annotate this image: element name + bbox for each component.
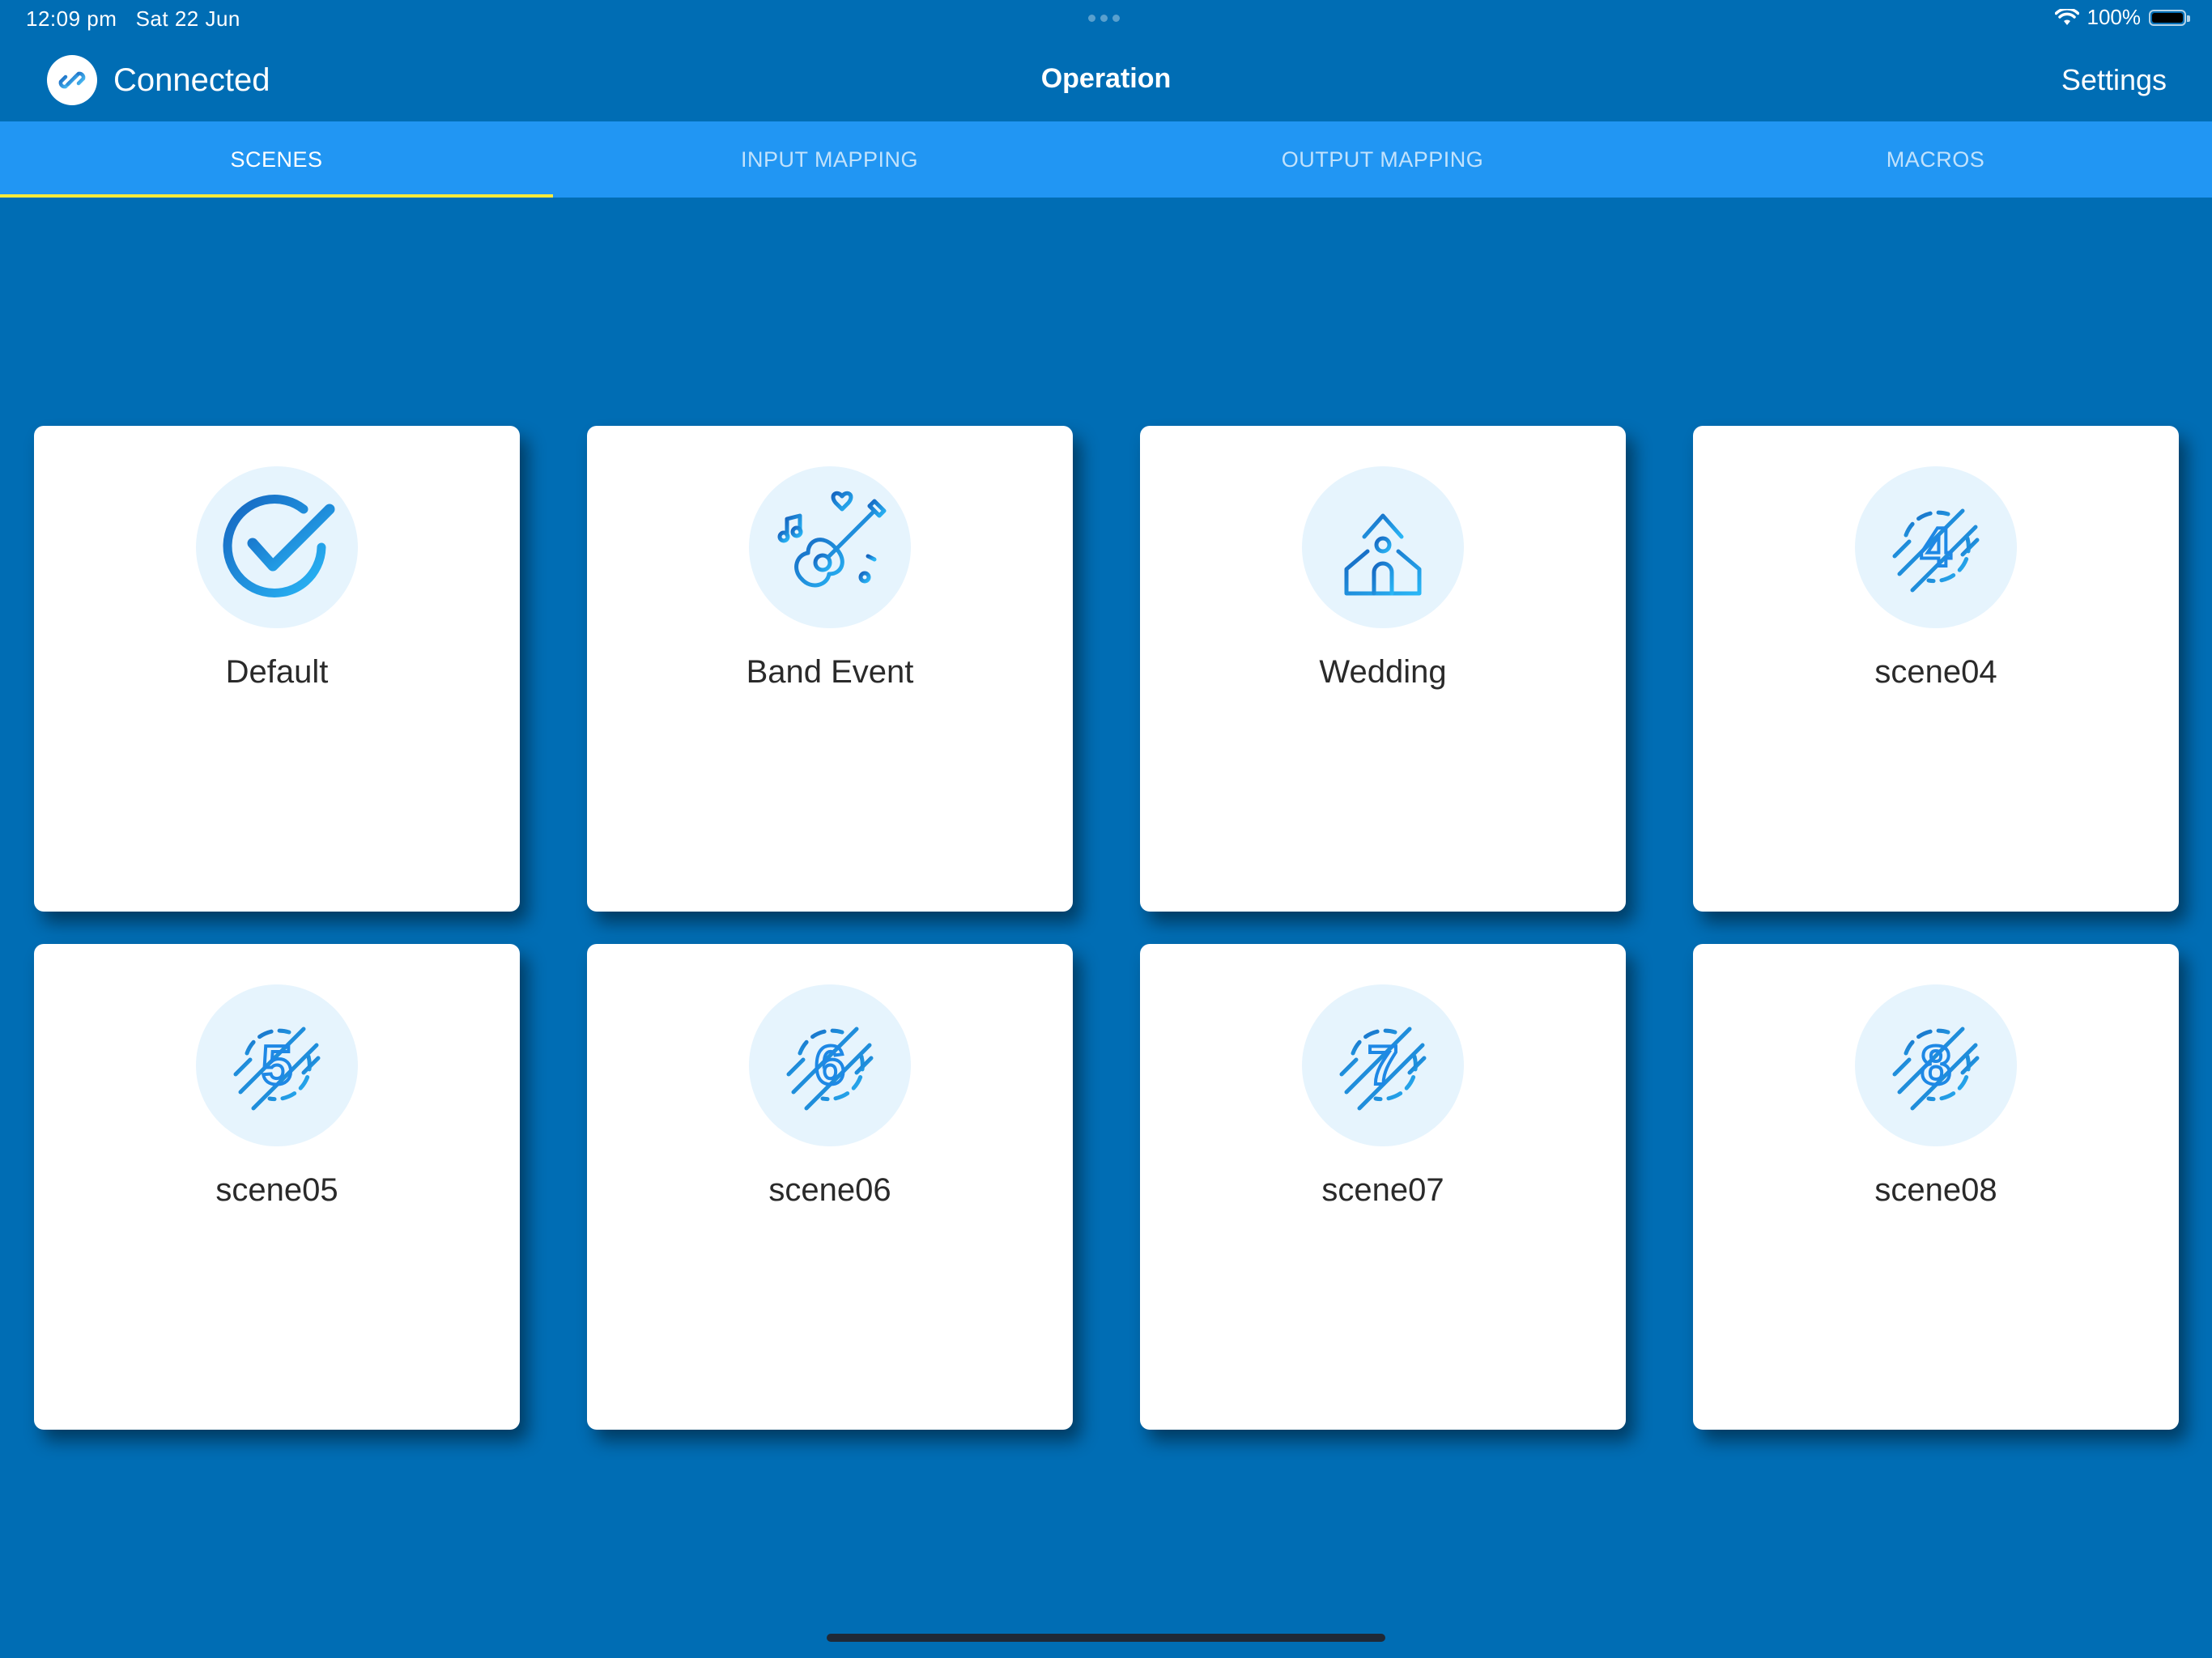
scene-card-wedding[interactable]: Wedding — [1140, 426, 1626, 912]
number-badge: 8 — [1867, 997, 2005, 1134]
status-time: 12:09 pm Sat 22 Jun — [26, 6, 240, 32]
guitar-icon — [749, 466, 911, 628]
scene-card-05[interactable]: 5 scene05 — [34, 944, 520, 1430]
scene-card-default[interactable]: Default — [34, 426, 520, 912]
scene-number: 8 — [1921, 1035, 1951, 1096]
checkmark-icon — [196, 466, 358, 628]
scene-label: Band Event — [746, 654, 914, 690]
scene-label: scene04 — [1874, 654, 1997, 690]
scene-number: 7 — [1368, 1035, 1398, 1096]
scene-card-04[interactable]: 4 scene04 — [1693, 426, 2179, 912]
number-badge: 6 — [761, 997, 899, 1134]
scene-label: scene08 — [1874, 1172, 1997, 1208]
page-title: Operation — [1040, 63, 1172, 94]
tab-bar: SCENES INPUT MAPPING OUTPUT MAPPING MACR… — [0, 121, 2212, 198]
battery-percent: 100% — [2087, 5, 2142, 29]
scene-number: 4 — [1921, 517, 1951, 578]
scene-card-07[interactable]: 7 scene07 — [1140, 944, 1626, 1430]
church-icon — [1302, 466, 1464, 628]
home-indicator[interactable] — [827, 1634, 1385, 1642]
number-5-icon: 5 — [196, 984, 358, 1146]
battery-icon — [2149, 9, 2190, 26]
number-8-icon: 8 — [1855, 984, 2017, 1146]
scene-number: 6 — [815, 1035, 845, 1096]
settings-button[interactable]: Settings — [2061, 63, 2167, 97]
wifi-icon — [2054, 8, 2079, 25]
number-6-icon: 6 — [749, 984, 911, 1146]
scene-label: Default — [225, 654, 329, 690]
number-7-icon: 7 — [1302, 984, 1464, 1146]
tab-input-mapping[interactable]: INPUT MAPPING — [553, 121, 1106, 198]
number-4-icon: 4 — [1855, 466, 2017, 628]
status-right: 100% — [2054, 5, 2190, 30]
tab-scenes[interactable]: SCENES — [0, 121, 553, 198]
scene-label: scene07 — [1321, 1172, 1444, 1208]
number-badge: 7 — [1314, 997, 1452, 1134]
tab-output-mapping[interactable]: OUTPUT MAPPING — [1106, 121, 1659, 198]
multitasking-dots[interactable] — [1088, 15, 1120, 22]
number-badge: 5 — [208, 997, 346, 1134]
scene-card-08[interactable]: 8 scene08 — [1693, 944, 2179, 1430]
scene-card-06[interactable]: 6 scene06 — [587, 944, 1073, 1430]
tab-macros[interactable]: MACROS — [1659, 121, 2212, 198]
status-clock: 12:09 pm — [26, 6, 117, 31]
scene-card-band-event[interactable]: Band Event — [587, 426, 1073, 912]
scene-label: Wedding — [1319, 654, 1447, 690]
status-bar: 12:09 pm Sat 22 Jun 100% — [0, 0, 2212, 39]
scene-label: scene06 — [768, 1172, 891, 1208]
scene-number: 5 — [262, 1035, 292, 1096]
nav-bar: Connected Operation Settings — [0, 39, 2212, 121]
scene-grid: Default Band Event Wedding 4 scene04 5 s… — [34, 426, 2179, 1430]
number-badge: 4 — [1867, 478, 2005, 616]
scene-label: scene05 — [215, 1172, 338, 1208]
status-date: Sat 22 Jun — [135, 6, 240, 31]
